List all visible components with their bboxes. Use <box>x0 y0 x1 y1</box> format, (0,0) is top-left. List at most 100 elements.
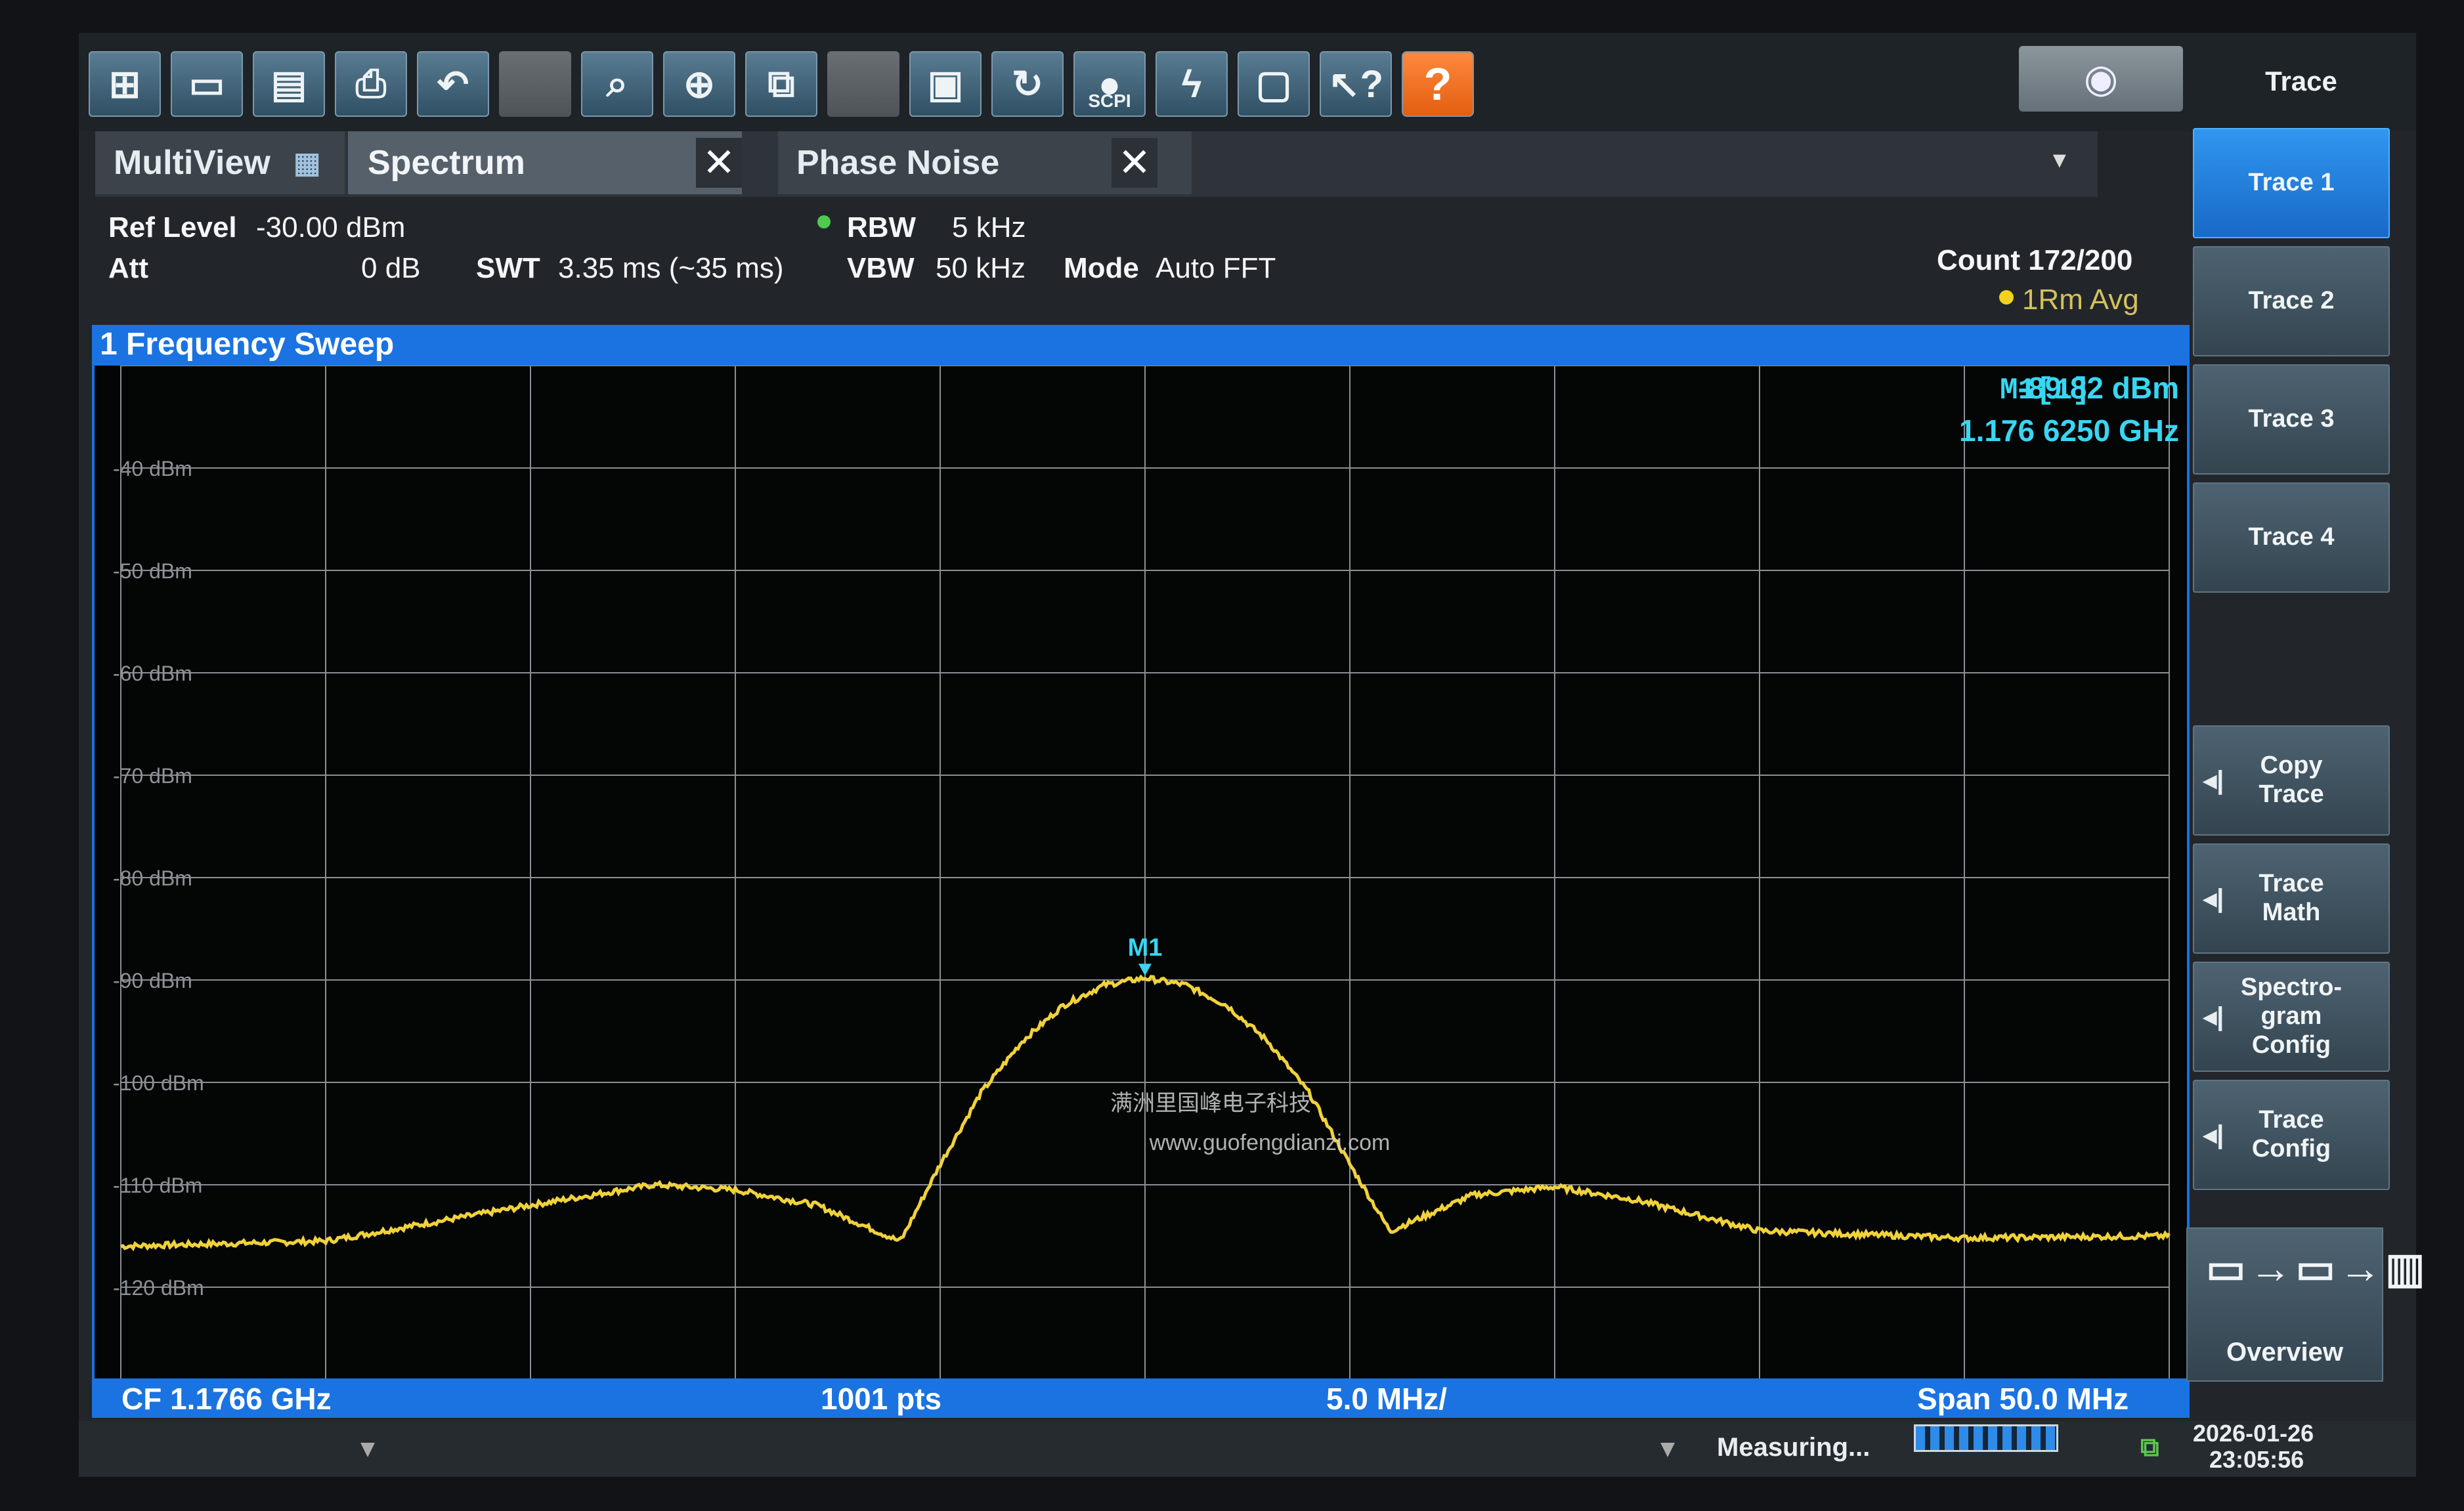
spectrogram-line-1: Spectro- <box>2240 973 2343 1002</box>
trace-math-button[interactable]: ◂| Trace Math <box>2193 843 2390 954</box>
submenu-arrow-icon: ◂| <box>2203 766 2224 795</box>
zoom-in-icon[interactable]: ⊕ <box>663 51 735 117</box>
spectrum-plot[interactable]: -40 dBm -50 dBm -60 dBm -70 dBm -80 dBm -90 d… <box>92 363 2190 1413</box>
spectrogram-line-2: gram <box>2260 1002 2322 1031</box>
watermark-line-2: www.guofengdianzi.com <box>1149 1130 1391 1155</box>
copy-trace-line-1: Copy <box>2260 752 2323 780</box>
ref-level-value: -30.00 dBm <box>256 211 406 244</box>
trace-math-line-1: Trace <box>2259 870 2324 898</box>
analyzer-screen: ⊞ ▭ ▤ ⎙ ↶ ⌕ ⊕ ⧉ ▣ ↻ ● SCPI ϟ ▢ ↖? ? ◉ Mul… <box>79 33 2425 1477</box>
plot-footer: CF 1.1766 GHz 1001 pts 5.0 MHz/ Span 50.… <box>92 1378 2190 1418</box>
y-tick-label: -90 dBm <box>113 969 192 992</box>
center-frequency: CF 1.1766 GHz <box>121 1382 332 1416</box>
marker-level: -89.82 dBm <box>2018 371 2179 405</box>
refresh-icon[interactable]: ↻ <box>991 51 1064 117</box>
status-date: 2026-01-26 <box>2193 1420 2314 1447</box>
overview-label: Overview <box>2226 1338 2343 1367</box>
att-label: Att <box>108 252 149 284</box>
att-value: 0 dB <box>361 252 421 284</box>
tab-multiview[interactable]: MultiView ▦ <box>95 131 345 194</box>
spectrogram-line-3: Config <box>2251 1031 2331 1059</box>
copy-trace-button[interactable]: ◂| Copy Trace <box>2193 725 2390 836</box>
spectrogram-config-button[interactable]: ◂| Spectro-gram Config <box>2193 962 2390 1072</box>
swt-value: 3.35 ms (~35 ms) <box>558 252 784 284</box>
trace-config-button[interactable]: ◂| Trace Config <box>2193 1080 2390 1190</box>
submenu-arrow-icon: ◂| <box>2203 1120 2224 1149</box>
trace-mode: 1Rm Avg <box>2022 284 2139 316</box>
trace-config-line-1: Trace <box>2259 1106 2324 1134</box>
sweep-points: 1001 pts <box>821 1382 942 1416</box>
trace-1-button[interactable]: Trace 1 <box>2193 128 2390 238</box>
rbw-label: RBW <box>847 211 917 244</box>
scpi-icon[interactable]: ● SCPI <box>1073 51 1146 117</box>
tab-multiview-label: MultiView <box>114 144 270 182</box>
settings-panel: Ref Level -30.00 dBm Att 0 dB SWT 3.35 m… <box>95 205 2139 323</box>
trace-4-label: Trace 4 <box>2248 523 2335 551</box>
print-icon[interactable]: ⎙ <box>335 51 407 117</box>
rbw-value: 5 kHz <box>952 211 1026 244</box>
y-tick-label: -110 dBm <box>113 1174 202 1197</box>
submenu-arrow-icon: ◂| <box>2203 1002 2224 1031</box>
side-panel-title: Trace <box>2265 66 2337 96</box>
network-icon: ⧉ <box>2140 1433 2159 1462</box>
marker-triangle-icon <box>1138 964 1152 976</box>
windows-icon[interactable]: ⊞ <box>89 51 161 117</box>
watermark-line-1: 满洲里国峰电子科技 <box>1110 1091 1311 1116</box>
help-pointer-icon[interactable]: ↖? <box>1320 51 1392 117</box>
marker-label: M1 <box>1128 934 1163 962</box>
trace-2-button[interactable]: Trace 2 <box>2193 246 2390 356</box>
tab-spectrum[interactable]: Spectrum <box>348 131 742 194</box>
undo-icon[interactable]: ↶ <box>417 51 489 117</box>
status-dropdown-icon[interactable]: ▾ <box>361 1433 374 1463</box>
y-tick-label: -40 dBm <box>113 457 192 480</box>
sequencer-icon[interactable]: ϟ <box>1156 51 1228 117</box>
ref-level-label: Ref Level <box>108 211 237 244</box>
y-tick-label: -100 dBm <box>113 1071 204 1095</box>
zoom-off-icon <box>827 51 899 117</box>
open-folder-icon[interactable]: ▭ <box>171 51 243 117</box>
overview-button[interactable]: ▭→▭→▥ Overview <box>2186 1227 2425 1382</box>
signal-flow-icon: ▭→▭→▥ <box>2206 1245 2429 1292</box>
close-spectrum-tab-icon[interactable]: ✕ <box>696 138 742 188</box>
blank-button <box>499 51 571 117</box>
mode-label: Mode <box>1064 252 1139 284</box>
frequency-span: Span 50.0 MHz <box>1917 1382 2129 1416</box>
y-tick-label: -70 dBm <box>113 764 192 788</box>
camera-icon[interactable]: ◉ <box>2019 46 2183 112</box>
zoom-icon[interactable]: ⌕ <box>581 51 653 117</box>
toolbar: ⊞ ▭ ▤ ⎙ ↶ ⌕ ⊕ ⧉ ▣ ↻ ● SCPI ϟ ▢ ↖? ? ◉ <box>79 33 2416 131</box>
save-icon[interactable]: ▤ <box>253 51 325 117</box>
tab-dropdown-icon[interactable]: ▼ <box>2048 148 2071 173</box>
close-phase-noise-tab-icon[interactable]: ✕ <box>1112 138 1157 188</box>
vbw-value: 50 kHz <box>936 252 1026 284</box>
window-title-bar[interactable]: 1 Frequency Sweep <box>92 325 2190 363</box>
marker-m1[interactable]: M1 <box>1128 934 1163 976</box>
mode-value: Auto FFT <box>1156 252 1276 284</box>
trace-4-button[interactable]: Trace 4 <box>2193 482 2390 593</box>
multi-zoom-icon[interactable]: ⧉ <box>745 51 817 117</box>
tab-spectrum-label: Spectrum <box>368 144 525 182</box>
scpi-label: SCPI <box>1088 91 1131 111</box>
submenu-arrow-icon: ◂| <box>2203 884 2224 913</box>
display-icon[interactable]: ▢ <box>1238 51 1310 117</box>
swt-label: SWT <box>476 252 540 284</box>
trace-math-line-2: Math <box>2262 899 2321 926</box>
trace-2-label: Trace 2 <box>2248 287 2335 315</box>
frequency-per-division: 5.0 MHz/ <box>1326 1382 1448 1416</box>
grid-icon: ▦ <box>293 146 321 179</box>
full-screen-icon[interactable]: ▣ <box>909 51 982 117</box>
window-title: 1 Frequency Sweep <box>100 326 395 362</box>
marker-frequency: 1.176 6250 GHz <box>1959 414 2179 448</box>
help-icon[interactable]: ? <box>1402 51 1474 117</box>
status-time: 23:05:56 <box>2209 1446 2304 1473</box>
trace-3-button[interactable]: Trace 3 <box>2193 364 2390 475</box>
vbw-label: VBW <box>847 252 915 284</box>
status-dropdown-2-icon[interactable]: ▾ <box>1661 1433 1674 1463</box>
y-tick-label: -60 dBm <box>113 662 192 685</box>
measuring-status: Measuring... <box>1717 1433 1870 1462</box>
y-ticks: -40 dBm -50 dBm -60 dBm -70 dBm -80 dBm -90 d… <box>113 457 204 1300</box>
trace-1-label: Trace 1 <box>2248 169 2335 197</box>
spectrum-svg: -40 dBm -50 dBm -60 dBm -70 dBm -80 dBm -90 d… <box>113 366 2179 1390</box>
measuring-progress-bar <box>1914 1424 2058 1452</box>
tab-bar: MultiView ▦ Spectrum ✕ Phase Noise ✕ <box>95 131 2098 197</box>
